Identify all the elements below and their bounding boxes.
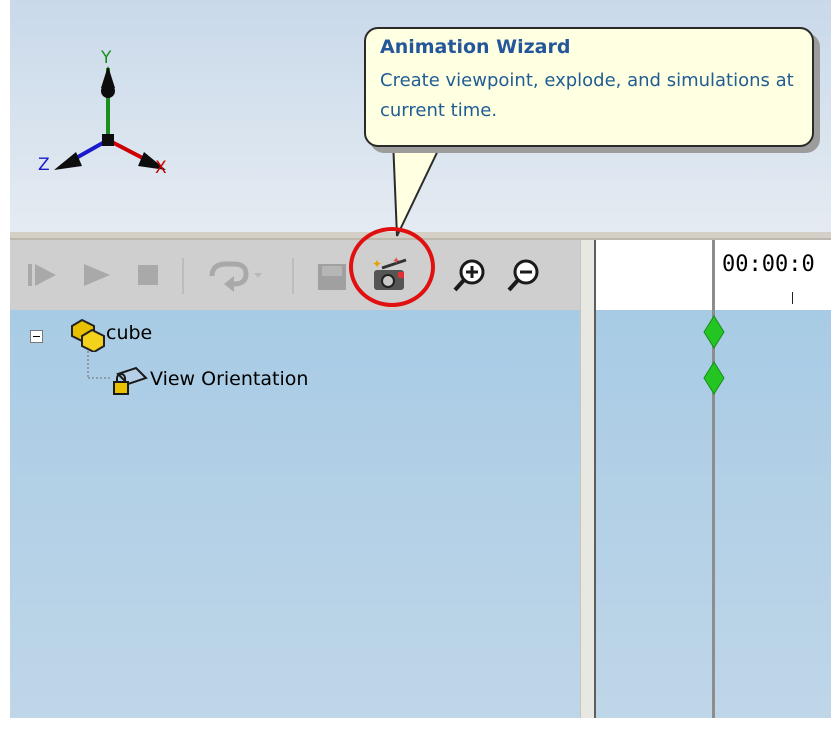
ruler-tick (792, 292, 793, 304)
play-start-icon (35, 264, 56, 286)
keyframe-marker[interactable] (703, 361, 725, 395)
play-icon (84, 264, 110, 286)
zoom-in-button[interactable] (450, 254, 490, 296)
assembly-icon (71, 318, 105, 352)
tooltip-title: Animation Wizard (380, 36, 571, 58)
save-animation-button[interactable] (312, 254, 352, 296)
animation-wizard-tooltip: Animation Wizard Create viewpoint, explo… (364, 27, 814, 147)
z-axis-label: Z (38, 155, 50, 175)
camera-lock-icon (113, 366, 148, 395)
axis-triad (54, 66, 166, 170)
zoom-out-button[interactable] (504, 254, 544, 296)
stop-icon (138, 265, 158, 285)
toolbar-separator (182, 258, 184, 294)
panel-splitter[interactable] (580, 240, 596, 718)
tree-item-view-orientation[interactable]: View Orientation (100, 362, 380, 402)
chevron-down-icon (254, 273, 262, 278)
time-label: 00:00:0 (722, 252, 815, 277)
y-axis-knob (101, 84, 115, 98)
tooltip-body: Create viewpoint, explode, and simulatio… (380, 70, 794, 121)
loop-mode-button[interactable] (206, 254, 266, 296)
play-from-start-button[interactable] (26, 254, 60, 296)
y-axis-label: Y (101, 48, 112, 68)
keyframe-marker[interactable] (703, 315, 725, 349)
animation-toolbar: ✦ ✦ (10, 240, 588, 310)
zoom-out-handle (507, 278, 520, 292)
time-playhead[interactable] (712, 240, 715, 718)
tree-item-label: cube (106, 322, 153, 344)
tree-item-cube[interactable]: cube (24, 318, 224, 354)
save-icon-label (322, 266, 342, 276)
collapse-toggle-icon[interactable] (30, 330, 43, 343)
stop-button[interactable] (134, 254, 164, 296)
loop-arrow (224, 276, 234, 292)
triad-origin (102, 134, 114, 146)
toolbar-separator (292, 258, 294, 294)
z-axis-arrow (54, 152, 82, 170)
tooltip-pointer (391, 139, 445, 237)
play-button[interactable] (80, 254, 114, 296)
x-axis-label: X (155, 158, 167, 178)
highlight-circle (349, 227, 435, 307)
play-start-bar (28, 264, 32, 286)
tree-item-label: View Orientation (150, 368, 309, 390)
animation-tree-panel: cube View Orientation (10, 310, 580, 718)
zoom-in-handle (453, 278, 466, 292)
